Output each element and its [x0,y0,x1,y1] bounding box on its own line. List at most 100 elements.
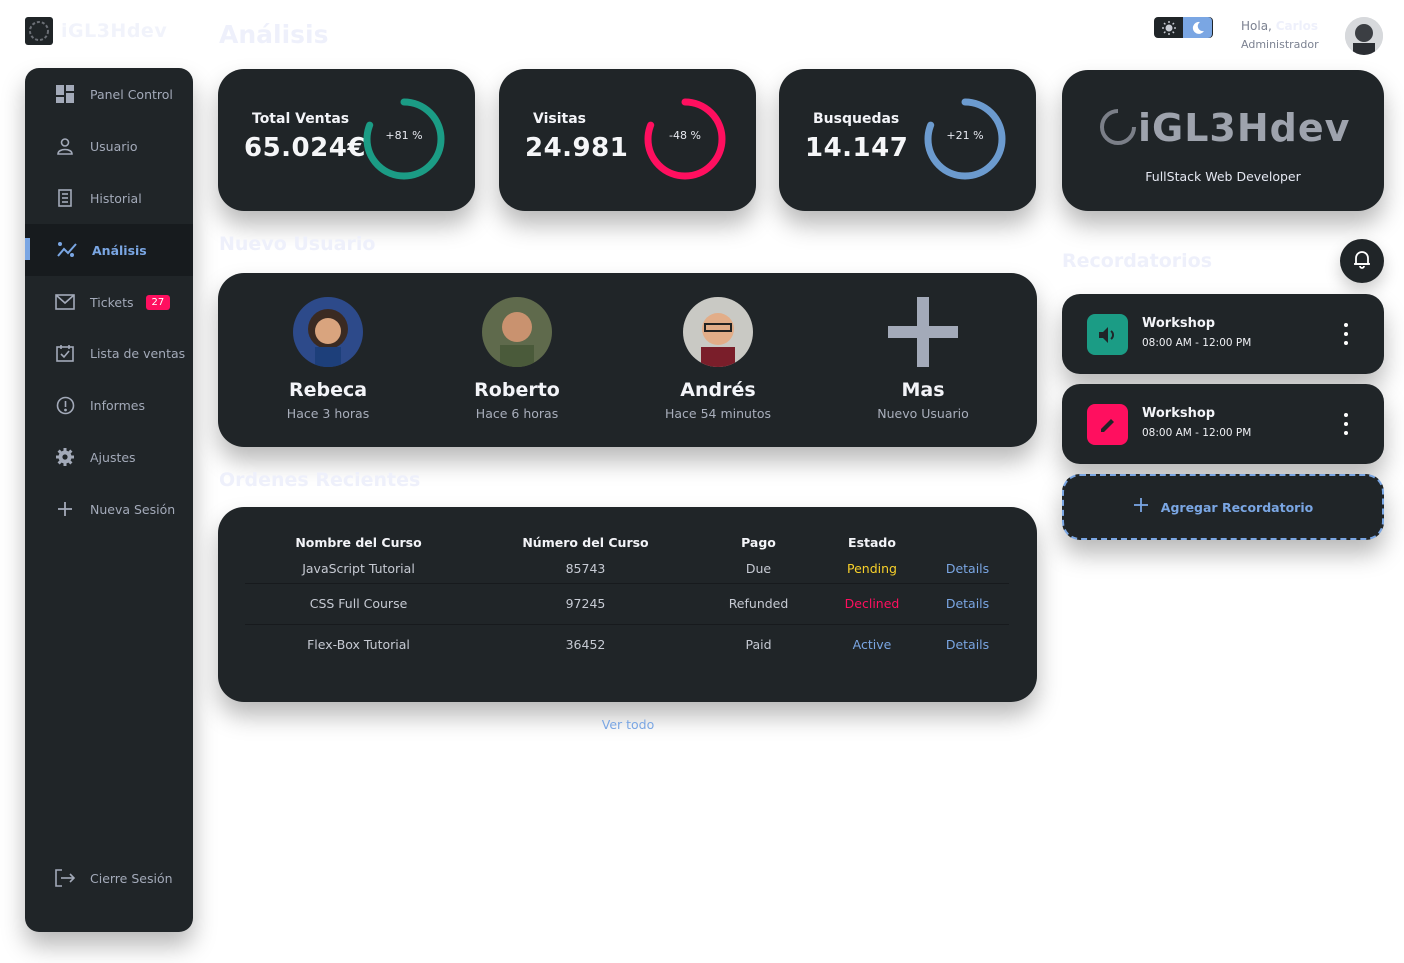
logout-button[interactable]: Cierre Sesión [25,852,193,904]
payment-status: Paid [745,637,772,653]
user-name: Andrés [680,379,756,401]
user-name: Mas [901,379,945,401]
add-user-button[interactable]: Mas Nuevo Usuario [848,297,998,421]
reminder-card[interactable]: Workshop 08:00 AM - 12:00 PM [1062,294,1384,374]
column-header [926,529,1009,555]
user-time: Nuevo Usuario [877,406,969,421]
user-name: Roberto [474,379,560,401]
sidebar-item-panel-control[interactable]: Panel Control [25,68,193,120]
notifications-button[interactable] [1340,239,1384,283]
orders-panel: Nombre del Curso Número del Curso Pago E… [218,507,1037,702]
profile-avatar[interactable] [1345,17,1383,55]
brand-card-logo: iGL3Hdev [1098,106,1350,150]
stat-value: 14.147 [805,133,909,163]
order-status: Pending [818,555,926,584]
logout-icon [54,867,76,889]
stat-percentage: +81 % [385,129,423,142]
course-name: JavaScript Tutorial [245,555,472,584]
sidebar-item-ajustes[interactable]: Ajustes [25,431,193,483]
payment-status: Due [699,555,818,584]
volume-icon [1087,314,1128,355]
sidebar-item-label: Ajustes [90,449,136,465]
sidebar-item-label: Panel Control [90,86,173,102]
sidebar-item-lista-de-ventas[interactable]: Lista de ventas [25,327,193,379]
stat-card-total-ventas: Total Ventas 65.024€ +81 % [218,69,475,211]
user-card[interactable]: Roberto Hace 6 horas [442,297,592,421]
course-number: 97245 [472,583,699,625]
bell-icon [1352,249,1372,273]
sun-icon[interactable] [1154,17,1183,38]
user-card[interactable]: Andrés Hace 54 minutos [643,297,793,421]
user-role: Administrador [1241,38,1319,51]
more-vertical-icon[interactable] [1342,323,1350,345]
stat-card-visitas: Visitas 24.981 -48 % [499,69,756,211]
dashboard-icon [54,83,76,105]
details-link[interactable]: Details [926,624,1009,665]
sidebar-item-informes[interactable]: Informes [25,379,193,431]
more-vertical-icon[interactable] [1342,413,1350,435]
sidebar-item-analisis[interactable]: Análisis [25,224,193,276]
logout-label: Cierre Sesión [90,870,173,886]
new-users-title: Nuevo Usuario [219,233,376,255]
stat-card-busquedas: Busquedas 14.147 +21 % [779,69,1036,211]
reminder-title: Workshop [1142,406,1216,421]
analytics-icon [56,239,78,261]
orders-title: Ordenes Recientes [219,469,421,491]
order-status: Declined [818,583,926,625]
add-reminder-label: Agregar Recordatorio [1160,499,1314,515]
course-number: 36452 [565,637,606,653]
brand-card: iGL3Hdev FullStack Web Developer [1062,70,1384,211]
avatar [482,297,552,367]
stat-title: Total Ventas [252,111,350,127]
sidebar-item-label: Lista de ventas [90,345,186,361]
moon-icon[interactable] [1183,17,1212,38]
user-card[interactable]: Rebeca Hace 3 horas [253,297,403,421]
pencil-icon [1087,404,1128,445]
sidebar-item-label: Nueva Sesión [90,501,176,517]
brand-card-subtitle: FullStack Web Developer [1145,169,1301,184]
user-time: Hace 3 horas [286,406,370,421]
sidebar-item-label: Tickets [90,294,134,310]
stat-percentage: -48 % [669,129,701,142]
course-name: Flex-Box Tutorial [307,637,410,653]
sidebar-item-label: Informes [90,397,145,413]
avatar [293,297,363,367]
sidebar-item-historial[interactable]: Historial [25,172,193,224]
theme-toggle[interactable] [1154,17,1213,38]
see-all-link[interactable]: Ver todo [578,717,678,732]
column-header: Estado [848,534,896,550]
brand-card-logo-text: iGL3Hdev [1138,106,1351,150]
logo-icon [25,17,53,45]
calendar-check-icon [54,342,76,364]
stat-value: 24.981 [525,133,629,163]
plus-icon [1133,497,1149,517]
sidebar-item-nueva-sesion[interactable]: Nueva Sesión [25,483,193,535]
payment-status: Refunded [699,583,818,625]
table-header-row: Nombre del Curso Número del Curso Pago E… [245,529,1009,555]
reminder-card[interactable]: Workshop 08:00 AM - 12:00 PM [1062,384,1384,464]
brand-swirl-icon [1100,109,1136,145]
plus-icon [54,498,76,520]
greeting: Hola, Carlos [1241,19,1318,33]
sidebar-item-usuario[interactable]: Usuario [25,120,193,172]
add-reminder-button[interactable]: Agregar Recordatorio [1062,474,1384,540]
brand[interactable]: iGL3Hdev [25,17,167,45]
column-header: Pago [741,534,776,550]
sidebar-item-label: Historial [90,190,142,206]
reminder-time: 08:00 AM - 12:00 PM [1142,337,1252,349]
course-number: 85743 [472,555,699,584]
orders-table: Nombre del Curso Número del Curso Pago E… [245,529,1009,665]
details-link[interactable]: Details [926,583,1009,625]
plus-icon [888,297,958,367]
sidebar-item-label: Análisis [92,242,147,258]
sidebar-item-tickets[interactable]: Tickets 27 [25,276,193,328]
stat-percentage: +21 % [946,129,984,142]
user-name: Carlos [1275,19,1319,33]
sidebar-item-label: Usuario [90,138,138,154]
page-title: Análisis [219,20,329,49]
column-header: Nombre del Curso [295,534,422,550]
stat-value: 65.024€ [244,133,366,163]
course-name: CSS Full Course [245,583,472,625]
table-row: JavaScript Tutorial 85743 Due Pending De… [245,555,1009,584]
details-link[interactable]: Details [926,555,1009,584]
